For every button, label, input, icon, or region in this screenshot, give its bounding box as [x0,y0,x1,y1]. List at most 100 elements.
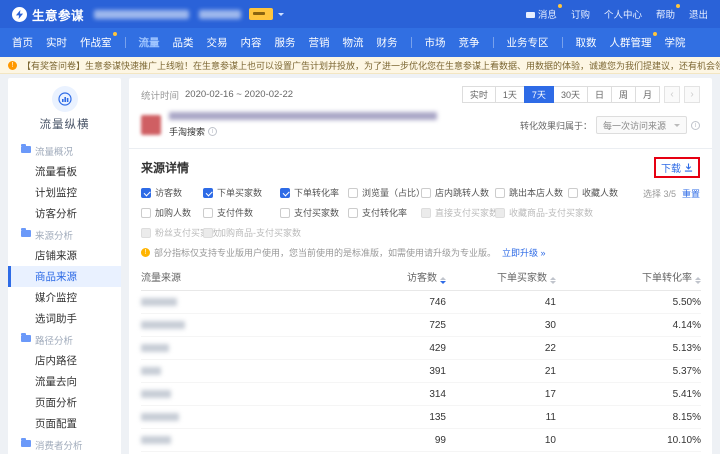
visitors-value: 746 [326,290,446,314]
nav-tab[interactable] [410,37,412,48]
checkbox-icon [141,227,151,238]
period-button[interactable]: 7天 [523,86,554,103]
sidebar-item[interactable]: 流量看板 [8,161,121,182]
rate-value: 5.41% [556,382,701,406]
metric-checkbox[interactable]: 加购商品-支付买家数 [203,226,301,239]
sort-icon[interactable] [550,277,556,284]
sidebar-item[interactable]: 来源分析 [8,224,121,245]
chevron-right-icon[interactable] [684,86,700,103]
period-button[interactable]: 周 [610,86,636,103]
sidebar-item[interactable]: 商品来源 [8,266,121,287]
metric-checkbox[interactable]: 支付件数 [203,206,280,219]
metric-checkbox[interactable]: 店内跳转人数 [421,186,495,199]
checkbox-icon [203,227,213,238]
attribution-setting: 转化效果归属于： 每一次访问来源 [520,116,700,134]
sort-icon[interactable] [695,277,701,284]
metric-checkbox[interactable]: 粉丝支付买家数 [141,226,218,239]
nav-tab[interactable]: 流量 [139,35,160,50]
column-header-buyers[interactable]: 下单买家数 [446,263,556,291]
nav-tab[interactable]: 服务 [275,35,296,50]
column-header-source[interactable]: 流量来源 [141,263,326,291]
sidebar-item[interactable]: 访客分析 [8,203,121,224]
account-name-redacted [94,9,190,19]
period-button[interactable]: 1天 [494,86,525,103]
nav-tab[interactable]: 物流 [343,35,364,50]
sidebar-item[interactable]: 页面配置 [8,413,121,434]
source-name-redacted [141,359,326,383]
nav-tab[interactable]: 取数 [576,35,597,50]
sidebar-item[interactable]: 路径分析 [8,329,121,350]
download-button[interactable]: 下载 [661,160,693,175]
sidebar-item[interactable]: 选词助手 [8,308,121,329]
sidebar-item[interactable]: 消费者分析 [8,434,121,454]
period-button[interactable]: 30天 [552,86,588,103]
source-name-redacted [141,336,326,360]
buyers-value: 30 [446,313,556,337]
folder-icon [21,438,31,447]
period-button[interactable]: 实时 [461,86,496,103]
sidebar-item[interactable]: 计划监控 [8,182,121,203]
sidebar-item[interactable]: 媒介监控 [8,287,121,308]
topbar-link[interactable]: 订购 [571,7,590,21]
sidebar-item[interactable]: 流量去向 [8,371,121,392]
topbar-link[interactable]: 个人中心 [604,7,642,21]
sort-desc-icon[interactable] [440,277,446,284]
attribution-select[interactable]: 每一次访问来源 [595,116,687,134]
main-nav: 首页 实时 作战室 流量 品类 交易 内容 服务 营销 物流 财务 市场 竞争 [0,28,720,57]
period-button[interactable]: 月 [634,86,660,103]
metric-checkbox[interactable]: 访客数 [141,186,203,199]
topbar-link[interactable]: 帮助 [656,4,681,21]
notice-bar: 【有奖答问卷】生意参谋快速推广上线啦！在生意参谋上也可以设置广告计划并投放，为了… [0,57,720,74]
period-button[interactable]: 日 [586,86,612,103]
sidebar: 流量纵横 流量概况 流量看板 计划监控 访客分析 来源分析 店铺来源 商品来源 … [8,78,121,454]
rate-value: 10.10% [556,428,701,452]
nav-tab[interactable]: 内容 [241,35,262,50]
column-header-visitors[interactable]: 访客数 [326,263,446,291]
metric-checkbox[interactable]: 支付买家数 [280,206,348,219]
checkbox-icon [348,207,358,218]
nav-tab[interactable]: 财务 [377,35,398,50]
nav-tab[interactable]: 首页 [12,35,33,50]
metric-checkbox[interactable]: 收藏商品-支付买家数 [495,206,593,219]
metric-checkbox[interactable]: 直接支付买家数 [421,206,498,219]
nav-tab[interactable]: 业务专区 [507,35,549,50]
table-row: 135 11 8.15% [141,405,701,429]
column-header-rate[interactable]: 下单转化率 [556,263,701,291]
nav-tab[interactable]: 市场 [425,35,446,50]
source-name-redacted [141,290,326,314]
nav-tab[interactable] [124,37,126,48]
nav-tab[interactable]: 品类 [173,35,194,50]
checkbox-icon [141,207,151,218]
topbar-link[interactable]: 消息 [526,4,562,21]
nav-tab[interactable]: 实时 [46,35,67,50]
chevron-left-icon[interactable] [664,86,680,103]
chevron-down-icon[interactable] [278,12,285,19]
nav-tab[interactable] [561,37,563,48]
metric-checkbox[interactable]: 加购人数 [141,206,203,219]
reset-link[interactable]: 重置 [682,187,700,200]
upgrade-link[interactable]: 立即升级 » [502,246,546,259]
nav-tab[interactable]: 作战室 [80,32,116,50]
topbar-link[interactable]: 退出 [689,7,708,21]
table-row: 314 17 5.41% [141,382,701,406]
source-name-redacted [141,428,326,452]
sidebar-item[interactable]: 店内路径 [8,350,121,371]
nav-tab[interactable] [492,37,494,48]
metric-checkbox[interactable]: 浏览量（占比） [348,186,425,199]
metric-checkbox[interactable]: 支付转化率 [348,206,421,219]
metric-checkbox[interactable]: 下单转化率 [280,186,348,199]
sidebar-item[interactable]: 流量概况 [8,140,121,161]
nav-tab[interactable]: 学院 [665,35,686,50]
sidebar-item[interactable]: 页面分析 [8,392,121,413]
folder-icon [21,333,31,342]
metric-checkbox[interactable]: 跳出本店人数 [495,186,568,199]
nav-tab[interactable]: 人群管理 [610,32,657,50]
sidebar-item[interactable]: 店铺来源 [8,245,121,266]
nav-tab[interactable]: 竞争 [459,35,480,50]
nav-tab[interactable]: 交易 [207,35,228,50]
topbar-links: 消息 订购 个人中心 帮助 退出 [526,4,708,21]
nav-tab[interactable]: 营销 [309,35,330,50]
sidebar-header: 流量纵横 [8,78,121,136]
table-row: 725 30 4.14% [141,313,701,337]
metric-checkbox[interactable]: 下单买家数 [203,186,280,199]
